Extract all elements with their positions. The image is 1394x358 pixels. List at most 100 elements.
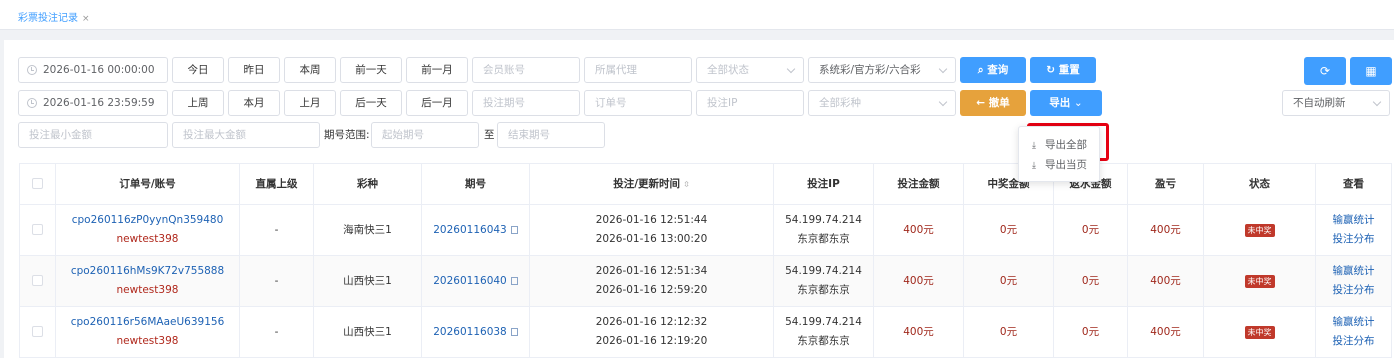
yesterday-button[interactable]: 昨日 [228, 57, 280, 83]
issue-cell: 20260116043 [421, 204, 530, 256]
copy-icon[interactable] [510, 327, 518, 336]
tab-label: 彩票投注记录 [18, 13, 78, 24]
select-all-checkbox[interactable] [32, 178, 43, 189]
ip-location: 东京都东京 [797, 233, 850, 245]
issue-range-label: 期号范围: [324, 129, 370, 141]
last-week-button[interactable]: 上周 [172, 90, 224, 116]
max-amount-input[interactable]: 投注最大金额 [172, 122, 320, 148]
next-day-button[interactable]: 后一天 [340, 90, 402, 116]
lottery-type-select[interactable]: 系统彩/官方彩/六合彩 [808, 57, 956, 83]
bet-time: 2026-01-16 12:51:44 [595, 214, 708, 226]
table-row[interactable]: cpo260116hMs9K72v755888 newtest398- 山西快三1 2… [19, 255, 1392, 307]
sort-icon[interactable]: ⇳ [683, 180, 690, 189]
row-select-cell [19, 255, 56, 307]
close-icon[interactable]: × [82, 14, 90, 24]
order-input[interactable]: 订单号 [584, 90, 692, 116]
row-checkbox[interactable] [32, 326, 43, 337]
row-checkbox[interactable] [32, 224, 43, 235]
tab-bar: 彩票投注记录 × [0, 0, 1394, 30]
order-link[interactable]: cpo260116zP0yynQn359480 [56, 211, 239, 230]
col-parent: 直属上级 [239, 163, 314, 205]
status-cell: 未中奖 [1203, 204, 1316, 256]
member-account-input[interactable]: 会员账号 [472, 57, 580, 83]
account-link[interactable]: newtest398 [56, 281, 239, 300]
game-select[interactable]: 全部彩种 [808, 90, 956, 116]
content-panel: 2026-01-16 00:00:00 今日 昨日 本周 前一天 前一月 会员账… [4, 40, 1394, 358]
view-cell: 输赢统计 投注分布 [1315, 255, 1392, 307]
start-issue-input[interactable]: 起始期号 [371, 122, 479, 148]
col-issue: 期号 [421, 163, 530, 205]
col-status: 状态 [1203, 163, 1316, 205]
this-month-button[interactable]: 本月 [228, 90, 280, 116]
copy-icon[interactable] [510, 225, 518, 234]
issue-link[interactable]: 20260116040 [433, 275, 507, 287]
issue-link[interactable]: 20260116043 [433, 224, 507, 236]
status-badge: 未中奖 [1244, 325, 1275, 339]
undo-button[interactable]: ← 撤单 [960, 90, 1026, 116]
next-month-button[interactable]: 后一月 [406, 90, 468, 116]
reset-button[interactable]: ↻ 重置 [1030, 57, 1096, 83]
issue-cell: 20260116040 [421, 255, 530, 307]
view-cell: 输赢统计 投注分布 [1315, 204, 1392, 256]
query-button[interactable]: ⌕ 查询 [960, 57, 1026, 83]
refresh-mode-select[interactable]: 不自动刷新 [1282, 90, 1390, 116]
table-row[interactable]: cpo260116zP0yynQn359480 newtest398- 海南快三1 2… [19, 204, 1392, 256]
col-time[interactable]: 投注/更新时间 ⇳ [529, 163, 774, 205]
issue-cell: 20260116038 [421, 306, 530, 358]
win-loss-stats-link[interactable]: 输赢统计 [1316, 262, 1391, 281]
select-all-cell [19, 163, 56, 205]
refresh-button[interactable]: ⟳ [1304, 57, 1346, 85]
row-checkbox[interactable] [32, 275, 43, 286]
today-button[interactable]: 今日 [172, 57, 224, 83]
tab-bet-records[interactable]: 彩票投注记录 × [18, 9, 90, 24]
profit-cell: 400元 [1127, 306, 1204, 358]
bet-time: 2026-01-16 12:51:34 [595, 265, 708, 277]
order-link[interactable]: cpo260116hMs9K72v755888 [56, 262, 239, 281]
parent-cell: - [239, 255, 314, 307]
prev-day-button[interactable]: 前一天 [340, 57, 402, 83]
start-date-input[interactable]: 2026-01-16 00:00:00 [18, 57, 168, 83]
agent-input[interactable]: 所属代理 [584, 57, 692, 83]
col-view: 查看 [1315, 163, 1392, 205]
parent-cell: - [239, 204, 314, 256]
copy-icon[interactable] [510, 276, 518, 285]
win-cell: 0元 [963, 306, 1054, 358]
min-amount-input[interactable]: 投注最小金额 [18, 122, 168, 148]
update-time: 2026-01-16 12:19:20 [595, 335, 708, 347]
col-game: 彩种 [313, 163, 422, 205]
grid-icon: ▦ [1365, 64, 1377, 78]
download-icon: ⤓ [1032, 141, 1036, 151]
table-row[interactable]: cpo260116r56MAaeU639156 newtest398- 山西快三1 2… [19, 306, 1392, 358]
last-month-button[interactable]: 上月 [284, 90, 336, 116]
end-issue-input[interactable]: 结束期号 [497, 122, 605, 148]
order-link[interactable]: cpo260116r56MAaeU639156 [56, 313, 239, 332]
status-select[interactable]: 全部状态 [696, 57, 804, 83]
order-cell: cpo260116zP0yynQn359480 newtest398 [55, 204, 240, 256]
ip-location: 东京都东京 [797, 284, 850, 296]
rebate-cell: 0元 [1053, 306, 1128, 358]
win-loss-stats-link[interactable]: 输赢统计 [1316, 313, 1391, 332]
export-page-item[interactable]: ⤓ 导出当页 [1019, 155, 1099, 175]
prev-month-button[interactable]: 前一月 [406, 57, 468, 83]
export-button[interactable]: 导出 ⌄ [1030, 90, 1102, 116]
ip-input[interactable]: 投注IP [696, 90, 804, 116]
account-link[interactable]: newtest398 [56, 230, 239, 249]
col-profit: 盈亏 [1127, 163, 1204, 205]
bet-records-table: 订单号/账号 直属上级 彩种 期号 投注/更新时间 ⇳ 投注IP 投注金额 中奖金… [19, 163, 1392, 358]
account-link[interactable]: newtest398 [56, 332, 239, 351]
this-week-button[interactable]: 本周 [284, 57, 336, 83]
status-badge: 未中奖 [1244, 274, 1275, 288]
win-loss-stats-link[interactable]: 输赢统计 [1316, 211, 1391, 230]
issue-link[interactable]: 20260116038 [433, 326, 507, 338]
ip-address: 54.199.74.214 [785, 265, 862, 277]
end-date-input[interactable]: 2026-01-16 23:59:59 [18, 90, 168, 116]
grid-button[interactable]: ▦ [1350, 57, 1392, 85]
ip-cell: 54.199.74.214 东京都东京 [773, 255, 874, 307]
export-all-item[interactable]: ⤓ 导出全部 [1019, 135, 1099, 155]
issue-input[interactable]: 投注期号 [472, 90, 580, 116]
clock-icon [27, 65, 37, 75]
bet-distribution-link[interactable]: 投注分布 [1316, 332, 1391, 351]
bet-distribution-link[interactable]: 投注分布 [1316, 230, 1391, 249]
bet-distribution-link[interactable]: 投注分布 [1316, 281, 1391, 300]
profit-cell: 400元 [1127, 255, 1204, 307]
